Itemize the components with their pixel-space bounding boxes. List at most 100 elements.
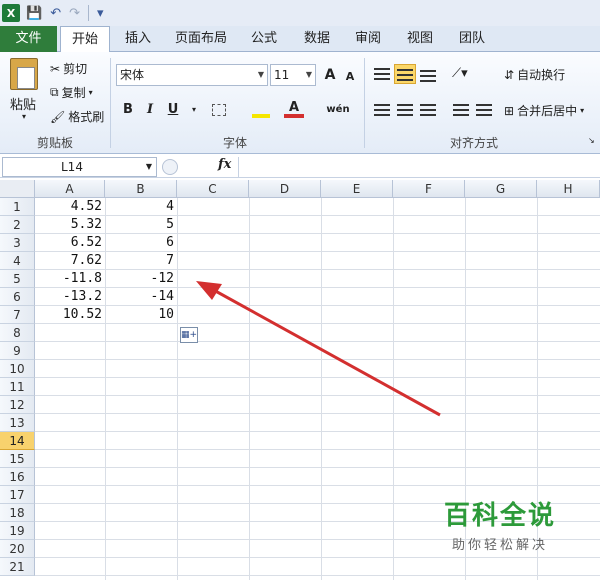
dialog-launcher-icon[interactable]: ↘: [588, 136, 595, 145]
align-right-icon[interactable]: [420, 104, 436, 116]
row-header-1[interactable]: 1: [0, 198, 35, 216]
cell-a6[interactable]: -13.2: [35, 288, 105, 306]
name-box[interactable]: L14 ▼: [2, 157, 157, 177]
paste-button[interactable]: 粘贴: [10, 94, 36, 113]
row-header-11[interactable]: 11: [0, 378, 35, 396]
row-header-5[interactable]: 5: [0, 270, 35, 288]
paste-icon[interactable]: [10, 58, 38, 90]
insert-function-icon[interactable]: fx: [218, 157, 231, 172]
scissors-icon: ✂: [50, 61, 61, 76]
border-icon[interactable]: [212, 104, 226, 116]
cell-a3[interactable]: 6.52: [35, 234, 105, 252]
chevron-down-icon: ▼: [257, 70, 264, 79]
row-header-13[interactable]: 13: [0, 414, 35, 432]
row-header-15[interactable]: 15: [0, 450, 35, 468]
align-middle-icon: [397, 69, 413, 81]
column-header-d[interactable]: D: [249, 180, 321, 198]
align-center-icon[interactable]: [397, 104, 413, 116]
merge-center-label: 合并后居中: [517, 104, 578, 118]
column-header-b[interactable]: B: [105, 180, 177, 198]
tab-formulas[interactable]: 公式: [244, 26, 284, 52]
row-header-7[interactable]: 7: [0, 306, 35, 324]
cell-b6[interactable]: -14: [105, 288, 177, 306]
name-box-value: L14: [61, 160, 83, 174]
shrink-font-button[interactable]: A: [340, 67, 360, 87]
row-header-10[interactable]: 10: [0, 360, 35, 378]
row-header-6[interactable]: 6: [0, 288, 35, 306]
column-header-e[interactable]: E: [321, 180, 393, 198]
row-header-17[interactable]: 17: [0, 486, 35, 504]
row-header-19[interactable]: 19: [0, 522, 35, 540]
underline-button[interactable]: U: [163, 100, 183, 120]
decrease-indent-icon[interactable]: [453, 104, 469, 116]
tab-page-layout[interactable]: 页面布局: [168, 26, 234, 52]
fill-color-icon[interactable]: [252, 102, 270, 118]
undo-icon[interactable]: ↶: [48, 6, 63, 21]
italic-button[interactable]: I: [140, 100, 160, 120]
format-painter-button[interactable]: 🖌 格式刷: [50, 108, 104, 125]
cell-b4[interactable]: 7: [105, 252, 177, 270]
column-header-h[interactable]: H: [537, 180, 600, 198]
cell-b2[interactable]: 5: [105, 216, 177, 234]
cell-b5[interactable]: -12: [105, 270, 177, 288]
align-bottom-icon[interactable]: [420, 70, 436, 82]
row-header-4[interactable]: 4: [0, 252, 35, 270]
increase-indent-icon[interactable]: [476, 104, 492, 116]
tab-insert[interactable]: 插入: [118, 26, 158, 52]
redo-icon[interactable]: ↷: [67, 6, 82, 21]
formula-expand-icon[interactable]: [162, 159, 178, 175]
row-header-14[interactable]: 14: [0, 432, 35, 450]
phonetic-guide-icon[interactable]: wén: [324, 100, 352, 120]
row-header-3[interactable]: 3: [0, 234, 35, 252]
row-header-2[interactable]: 2: [0, 216, 35, 234]
divider: [88, 5, 89, 21]
font-color-icon[interactable]: A: [284, 98, 304, 118]
row-header-9[interactable]: 9: [0, 342, 35, 360]
copy-button[interactable]: ⧉ 复制 ▾: [50, 84, 93, 101]
row-header-16[interactable]: 16: [0, 468, 35, 486]
bold-button[interactable]: B: [118, 100, 138, 120]
column-header-a[interactable]: A: [35, 180, 105, 198]
orientation-icon[interactable]: ⟋▾: [452, 66, 468, 81]
row-header-21[interactable]: 21: [0, 558, 35, 576]
tab-data[interactable]: 数据: [297, 26, 337, 52]
wrap-text-button[interactable]: ⇵ 自动换行: [504, 66, 565, 83]
cut-button[interactable]: ✂ 剪切: [50, 60, 87, 77]
select-all-corner[interactable]: [0, 180, 35, 198]
merge-center-button[interactable]: ⊞ 合并后居中 ▾: [504, 102, 584, 119]
align-left-icon[interactable]: [374, 104, 390, 116]
column-header-f[interactable]: F: [393, 180, 465, 198]
row-header-8[interactable]: 8: [0, 324, 35, 342]
paste-options-icon[interactable]: ▦+: [180, 327, 198, 343]
tab-review[interactable]: 审阅: [348, 26, 388, 52]
cell-a2[interactable]: 5.32: [35, 216, 105, 234]
paste-dropdown-icon[interactable]: ▾: [22, 112, 26, 121]
tab-view[interactable]: 视图: [400, 26, 440, 52]
row-header-20[interactable]: 20: [0, 540, 35, 558]
customize-qat-icon[interactable]: ▾: [95, 6, 106, 21]
save-icon[interactable]: 💾: [24, 6, 44, 21]
cell-a1[interactable]: 4.52: [35, 198, 105, 216]
cell-b7[interactable]: 10: [105, 306, 177, 324]
column-header-c[interactable]: C: [177, 180, 249, 198]
row-header-18[interactable]: 18: [0, 504, 35, 522]
wrap-text-label: 自动换行: [517, 68, 566, 82]
chevron-down-icon[interactable]: ▾: [184, 100, 204, 120]
grow-font-button[interactable]: A: [320, 65, 340, 85]
font-name-select[interactable]: 宋体 ▼: [116, 64, 268, 86]
tab-file[interactable]: 文件: [0, 26, 57, 52]
tab-team[interactable]: 团队: [452, 26, 492, 52]
cell-a5[interactable]: -11.8: [35, 270, 105, 288]
cell-b1[interactable]: 4: [105, 198, 177, 216]
font-size-select[interactable]: 11 ▼: [270, 64, 316, 86]
column-header-g[interactable]: G: [465, 180, 537, 198]
formula-input[interactable]: [238, 157, 598, 177]
align-middle-button[interactable]: [394, 64, 416, 84]
cell-a7[interactable]: 10.52: [35, 306, 105, 324]
format-painter-label: 格式刷: [68, 110, 105, 124]
tab-home[interactable]: 开始: [60, 26, 110, 53]
align-top-icon[interactable]: [374, 68, 390, 80]
cell-b3[interactable]: 6: [105, 234, 177, 252]
row-header-12[interactable]: 12: [0, 396, 35, 414]
cell-a4[interactable]: 7.62: [35, 252, 105, 270]
